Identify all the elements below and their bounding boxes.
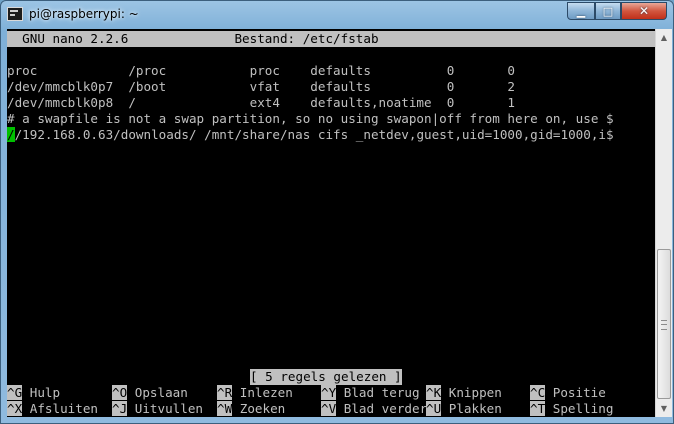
shortcut-position[interactable]: ^C Positie bbox=[530, 385, 606, 401]
shortcut-key: ^G bbox=[7, 385, 23, 400]
terminal-window: pi@raspberrypi: ~ ▁ □ ✕ GNU nano 2.2.6 B… bbox=[0, 0, 674, 424]
shortcut-label: Opslaan bbox=[127, 385, 188, 400]
file-line-2: /dev/mmcblk0p7 /boot vfat defaults 0 2 bbox=[7, 79, 515, 94]
close-button[interactable]: ✕ bbox=[621, 2, 667, 20]
shortcut-read-file[interactable]: ^R Inlezen bbox=[217, 385, 293, 401]
shortcut-key: ^Y bbox=[321, 385, 337, 400]
shortcut-key: ^T bbox=[530, 401, 546, 416]
terminal-app-icon[interactable] bbox=[7, 7, 23, 21]
terminal-screen[interactable]: GNU nano 2.2.6 Bestand: /etc/fstab proc … bbox=[7, 29, 655, 417]
file-line-1: proc /proc proc defaults 0 0 bbox=[7, 63, 515, 78]
shortcut-key: ^V bbox=[321, 401, 337, 416]
shortcut-key: ^R bbox=[217, 385, 233, 400]
shortcut-next-page[interactable]: ^V Blad verder bbox=[321, 401, 427, 417]
maximize-button[interactable]: □ bbox=[595, 2, 621, 20]
shortcut-key: ^J bbox=[112, 401, 128, 416]
shortcut-paste[interactable]: ^U Plakken bbox=[426, 401, 502, 417]
shortcut-label: Positie bbox=[545, 385, 606, 400]
shortcut-spelling[interactable]: ^T Spelling bbox=[530, 401, 613, 417]
file-line-4: # a swapfile is not a swap partition, so… bbox=[7, 111, 614, 126]
window-title: pi@raspberrypi: ~ bbox=[29, 7, 139, 21]
shortcut-key: ^C bbox=[530, 385, 546, 400]
shortcut-key: ^O bbox=[112, 385, 128, 400]
shortcut-label: Plakken bbox=[441, 401, 502, 416]
shortcut-help[interactable]: ^G Hulp bbox=[7, 385, 60, 401]
shortcut-label: Knippen bbox=[441, 385, 502, 400]
shortcut-key: ^X bbox=[7, 401, 23, 416]
shortcut-save[interactable]: ^O Opslaan bbox=[112, 385, 188, 401]
shortcut-label: Afsluiten bbox=[22, 401, 98, 416]
shortcut-key: ^K bbox=[426, 385, 442, 400]
scroll-down-arrow-icon[interactable]: ▼ bbox=[656, 400, 672, 417]
shortcut-label: Inlezen bbox=[232, 385, 293, 400]
window-controls: ▁ □ ✕ bbox=[567, 2, 667, 20]
file-line-3: /dev/mmcblk0p8 / ext4 defaults,noatime 0… bbox=[7, 95, 515, 110]
minimize-button[interactable]: ▁ bbox=[567, 2, 595, 20]
shortcut-key: ^W bbox=[217, 401, 233, 416]
shortcut-label: Spelling bbox=[545, 401, 614, 416]
vertical-scrollbar[interactable]: ▲ ▼ bbox=[655, 29, 672, 417]
file-line-5: //192.168.0.63/downloads/ /mnt/share/nas… bbox=[7, 127, 614, 143]
scroll-up-arrow-icon[interactable]: ▲ bbox=[656, 29, 672, 46]
text-cursor: / bbox=[7, 127, 15, 142]
shortcut-key: ^U bbox=[426, 401, 442, 416]
title-bar[interactable]: pi@raspberrypi: ~ ▁ □ ✕ bbox=[1, 1, 673, 29]
shortcut-prev-page[interactable]: ^Y Blad terug bbox=[321, 385, 420, 401]
status-message: [ 5 regels gelezen ] bbox=[250, 369, 402, 385]
cursor-line-text: /192.168.0.63/downloads/ /mnt/share/nas … bbox=[14, 127, 614, 142]
shortcut-label: Hulp bbox=[22, 385, 61, 400]
shortcut-exit[interactable]: ^X Afsluiten bbox=[7, 401, 98, 417]
shortcut-label: Blad terug bbox=[336, 385, 420, 400]
shortcut-label: Uitvullen bbox=[127, 401, 203, 416]
shortcut-search[interactable]: ^W Zoeken bbox=[217, 401, 285, 417]
shortcut-label: Blad verder bbox=[336, 401, 428, 416]
shortcut-label: Zoeken bbox=[232, 401, 286, 416]
scrollbar-thumb[interactable] bbox=[657, 249, 671, 399]
shortcut-cut[interactable]: ^K Knippen bbox=[426, 385, 502, 401]
nano-header: GNU nano 2.2.6 Bestand: /etc/fstab bbox=[7, 31, 655, 47]
shortcut-justify[interactable]: ^J Uitvullen bbox=[112, 401, 203, 417]
grip-icon bbox=[661, 320, 667, 330]
